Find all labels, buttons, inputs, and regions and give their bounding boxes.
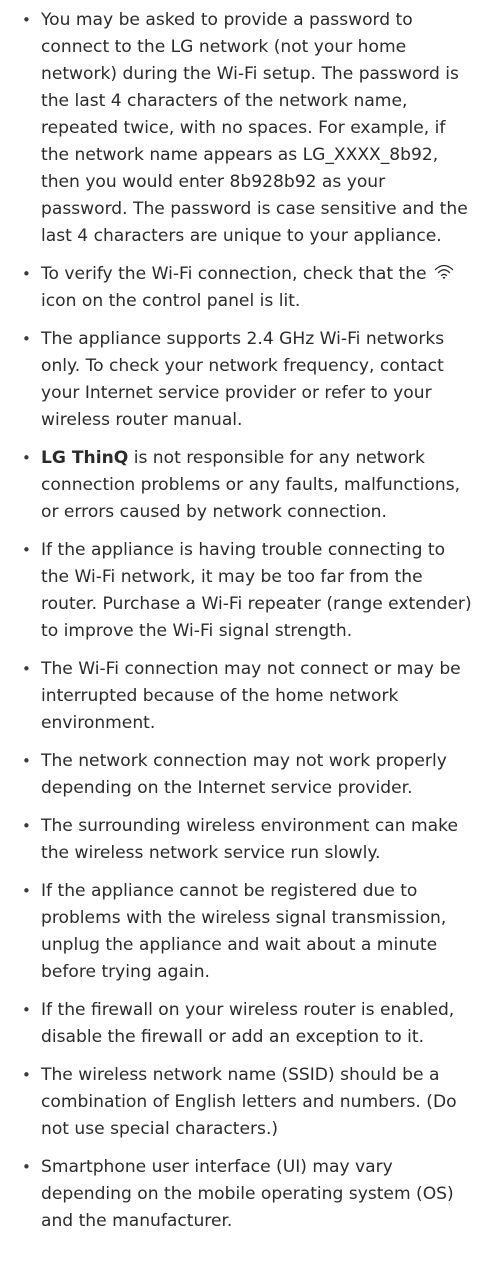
item-text: The surrounding wireless environment can… [41, 816, 458, 863]
list-item: The surrounding wireless environment can… [20, 813, 472, 867]
item-text: If the appliance is having trouble conne… [41, 540, 472, 641]
list-item: You may be asked to provide a password t… [20, 7, 472, 250]
list-item: If the firewall on your wireless router … [20, 997, 472, 1051]
list-item: Smartphone user interface (UI) may vary … [20, 1154, 472, 1235]
document-page: You may be asked to provide a password t… [0, 0, 484, 1269]
item-text: You may be asked to provide a password t… [41, 10, 468, 246]
list-item: The appliance supports 2.4 GHz Wi-Fi net… [20, 326, 472, 434]
list-item: To verify the Wi-Fi connection, check th… [20, 261, 472, 315]
item-text: The appliance supports 2.4 GHz Wi-Fi net… [41, 329, 445, 430]
item-text: The wireless network name (SSID) should … [41, 1065, 457, 1139]
item-text: If the appliance cannot be registered du… [41, 881, 447, 982]
list-item: If the appliance cannot be registered du… [20, 878, 472, 986]
list-item: The wireless network name (SSID) should … [20, 1062, 472, 1143]
list-item: If the appliance is having trouble conne… [20, 537, 472, 645]
list-item: LG ThinQ is not responsible for any netw… [20, 445, 472, 526]
wifi-icon [434, 264, 454, 280]
item-text: The network connection may not work prop… [41, 751, 447, 798]
list-item: The Wi-Fi connection may not connect or … [20, 656, 472, 737]
item-text: The Wi-Fi connection may not connect or … [41, 659, 461, 733]
item-text: To verify the Wi-Fi connection, check th… [41, 264, 427, 284]
item-text: Smartphone user interface (UI) may vary … [41, 1157, 454, 1231]
item-text: If the firewall on your wireless router … [41, 1000, 455, 1047]
item-text-after: icon on the control panel is lit. [41, 291, 301, 311]
list-item: The network connection may not work prop… [20, 748, 472, 802]
brand-name: LG ThinQ [41, 448, 129, 468]
bullet-list: You may be asked to provide a password t… [20, 7, 472, 1235]
